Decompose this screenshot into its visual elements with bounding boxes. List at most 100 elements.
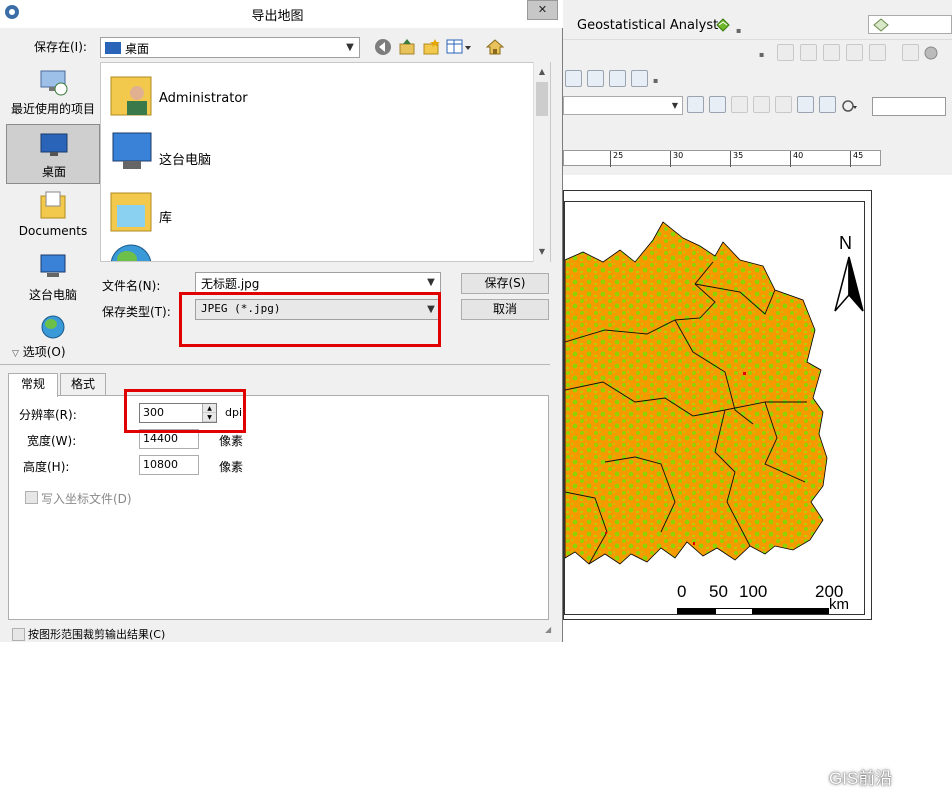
- computer-icon: [112, 132, 152, 169]
- chevron-down-icon: ▼: [346, 42, 354, 53]
- place-desktop[interactable]: 桌面: [6, 124, 100, 184]
- file-item[interactable]: Administrator: [107, 69, 407, 121]
- layout-zoom-in-icon[interactable]: [609, 70, 626, 87]
- cancel-button[interactable]: 取消: [461, 299, 549, 320]
- scroll-up-icon[interactable]: ▲: [534, 64, 550, 80]
- toolbar-text-input[interactable]: [872, 97, 946, 116]
- file-list[interactable]: Administrator 这台电脑 库 网络: [100, 62, 551, 262]
- layout-zoom-out-icon[interactable]: [631, 70, 648, 87]
- geostat-wizard-icon[interactable]: [715, 18, 731, 32]
- toolbar-grip-icon[interactable]: ▪: [653, 76, 661, 86]
- scale-combo[interactable]: ▼: [563, 96, 683, 115]
- attributes-icon[interactable]: [819, 96, 836, 113]
- save-in-value: 桌面: [125, 42, 150, 56]
- file-list-scrollbar[interactable]: ▲ ▼: [533, 62, 550, 262]
- edit-vertex-icon[interactable]: [777, 44, 794, 61]
- file-item[interactable]: 网络: [107, 241, 407, 261]
- resolution-highlight: [124, 389, 246, 433]
- toolbar-grip-icon[interactable]: ▪: [759, 50, 767, 60]
- place-this-pc[interactable]: 这台电脑: [6, 248, 100, 304]
- snap-icon[interactable]: [902, 44, 919, 61]
- place-documents[interactable]: Documents: [6, 186, 100, 242]
- layer-dropdown[interactable]: [868, 15, 952, 34]
- scale-label: 50: [709, 582, 728, 601]
- zoom-100-icon[interactable]: [587, 70, 604, 87]
- scale-label: 100: [739, 582, 768, 601]
- library-folder-icon: [110, 192, 152, 232]
- ruler-tick: 25: [610, 151, 623, 167]
- place-label: 桌面: [41, 165, 66, 179]
- map-data-frame[interactable]: N 0 50 100 200 km: [564, 201, 865, 615]
- world-file-label: 写入坐标文件(D): [41, 492, 132, 506]
- layout-page[interactable]: N 0 50 100 200 km GIS前沿: [563, 175, 952, 788]
- save-in-dropdown[interactable]: 桌面 ▼: [100, 37, 360, 58]
- file-item[interactable]: 这台电脑: [107, 127, 407, 179]
- world-file-checkbox[interactable]: [25, 491, 38, 504]
- add-point-icon[interactable]: [687, 96, 704, 113]
- place-network[interactable]: [6, 312, 100, 342]
- north-label: N: [839, 233, 852, 253]
- place-recent[interactable]: 最近使用的项目: [6, 64, 100, 122]
- chevron-down-icon: ▼: [427, 277, 435, 288]
- tab-general[interactable]: 常规: [8, 373, 58, 397]
- width-label: 宽度(W):: [27, 434, 77, 448]
- ruler-tick: 45: [850, 151, 863, 167]
- refresh-dropdown-icon[interactable]: [841, 98, 859, 114]
- home-icon[interactable]: [486, 38, 504, 56]
- north-arrow-icon: [834, 256, 864, 312]
- file-name: 这台电脑: [159, 153, 212, 168]
- arcmap-window: Geostatistical Analyst▼ ▪ ▪ ▪ ▼: [563, 0, 952, 788]
- toolbar-grip-icon[interactable]: ▪: [736, 26, 744, 36]
- north-arrow[interactable]: N: [831, 233, 864, 317]
- split-icon[interactable]: [823, 44, 840, 61]
- horizontal-ruler: 25 30 35 40 45: [563, 150, 881, 167]
- zoom-whole-page-icon[interactable]: [565, 70, 582, 87]
- clip-output-label: 按图形范围裁剪输出结果(C): [28, 628, 166, 641]
- save-button[interactable]: 保存(S): [461, 273, 549, 294]
- desktop-small-icon: [105, 42, 121, 54]
- filetype-highlight: [179, 292, 441, 347]
- view-menu-icon[interactable]: [446, 38, 472, 56]
- scale-segment: [715, 608, 753, 614]
- ruler-tick: 35: [730, 151, 743, 167]
- sketch-icon[interactable]: [869, 44, 886, 61]
- triangle-down-icon: ▽: [12, 349, 19, 359]
- back-icon[interactable]: [374, 38, 392, 56]
- scroll-down-icon[interactable]: ▼: [534, 244, 550, 260]
- filename-label: 文件名(N):: [102, 279, 161, 293]
- geostatistical-analyst-menu[interactable]: Geostatistical Analyst▼: [577, 18, 728, 33]
- wechat-icon: [797, 767, 822, 785]
- watermark: GIS前沿: [797, 761, 892, 791]
- up-folder-icon[interactable]: [398, 38, 416, 56]
- reshape-icon[interactable]: [800, 44, 817, 61]
- tab-format[interactable]: 格式: [60, 373, 106, 395]
- flip-icon[interactable]: [775, 96, 792, 113]
- desktop-icon: [40, 133, 68, 156]
- scroll-thumb[interactable]: [536, 82, 548, 116]
- sphere-icon[interactable]: [923, 45, 939, 61]
- rotate-icon[interactable]: [846, 44, 863, 61]
- filetype-label: 保存类型(T):: [102, 305, 171, 319]
- options-toggle[interactable]: ▽ 选项(O): [12, 343, 66, 360]
- clip-output-checkbox[interactable]: [12, 628, 25, 641]
- save-in-label: 保存在(I):: [34, 40, 87, 54]
- add-vertex-icon[interactable]: [709, 96, 726, 113]
- scale-bar[interactable]: 0 50 100 200 km: [677, 582, 857, 614]
- height-input[interactable]: 10800: [139, 455, 199, 475]
- close-button[interactable]: ✕: [527, 0, 558, 20]
- scale-unit: km: [829, 596, 849, 613]
- user-folder-icon: [110, 76, 152, 116]
- dialog-titlebar[interactable]: 导出地图 ✕: [0, 0, 563, 28]
- file-item[interactable]: 库: [107, 185, 407, 237]
- filename-input[interactable]: 无标题.jpg ▼: [195, 272, 441, 293]
- file-name: 库: [159, 211, 173, 226]
- resize-grip-icon[interactable]: ◢: [545, 625, 557, 637]
- place-label: 最近使用的项目: [10, 102, 95, 116]
- delete-vertex-icon[interactable]: [753, 96, 770, 113]
- new-folder-icon[interactable]: [422, 38, 440, 56]
- dialog-title: 导出地图: [251, 9, 304, 24]
- geostat-toolbar: Geostatistical Analyst▼ ▪: [563, 0, 952, 40]
- computer-icon: [40, 254, 66, 277]
- table-icon[interactable]: [797, 96, 814, 113]
- move-vertex-icon[interactable]: [731, 96, 748, 113]
